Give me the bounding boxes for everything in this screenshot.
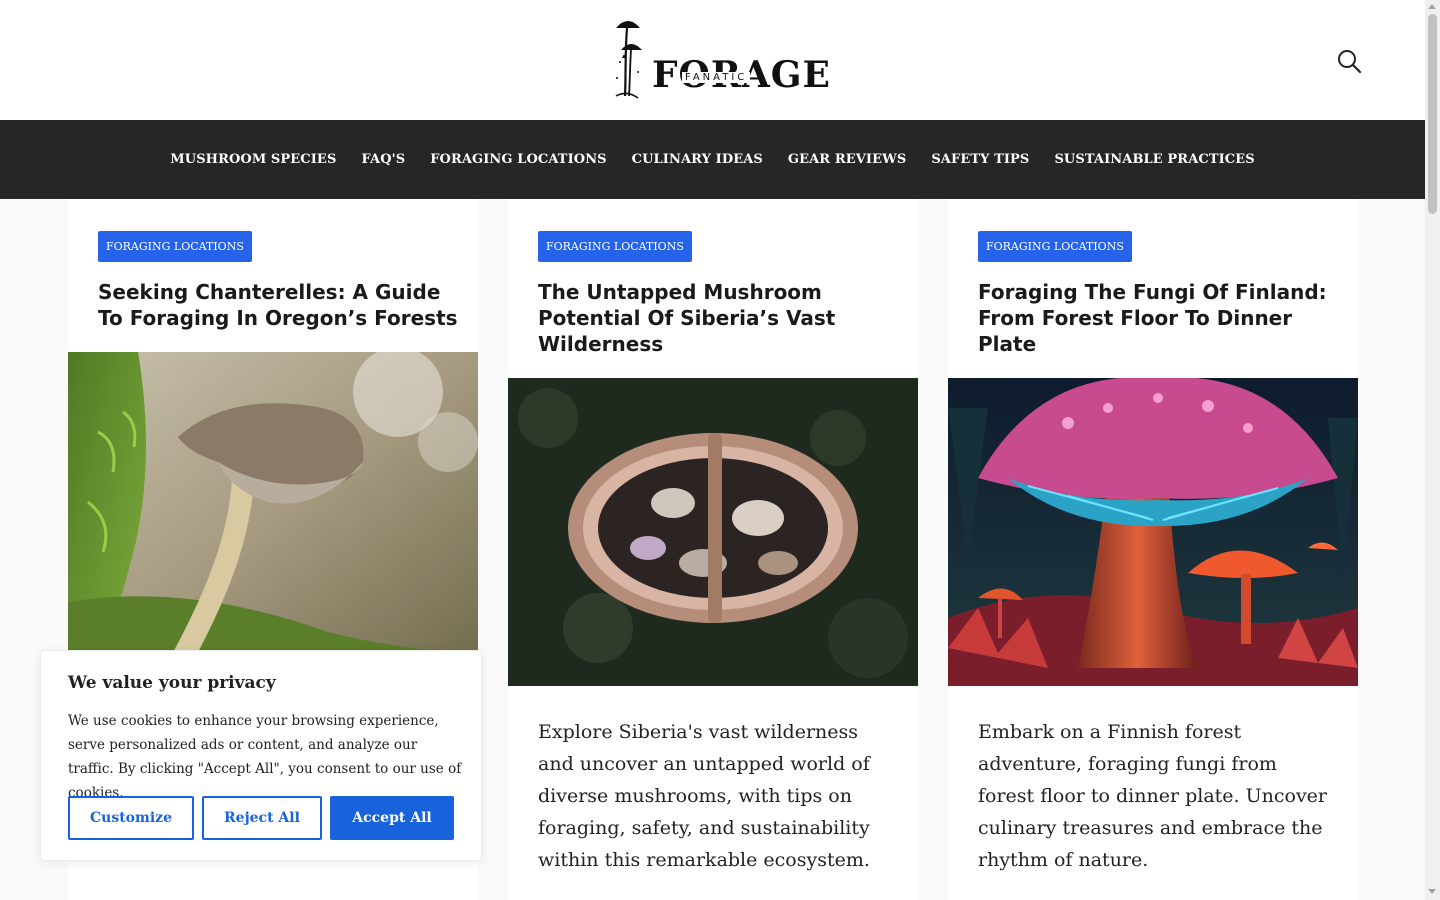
nav-item-faqs[interactable]: FAQ'S <box>361 152 405 167</box>
reject-all-button[interactable]: Reject All <box>202 796 322 840</box>
cookie-banner-title: We value your privacy <box>68 673 276 693</box>
main-nav: MUSHROOM SPECIES FAQ'S FORAGING LOCATION… <box>0 120 1425 199</box>
category-badge[interactable]: FORAGING LOCATIONS <box>538 231 692 262</box>
nav-item-culinary-ideas[interactable]: CULINARY IDEAS <box>632 152 763 167</box>
search-icon <box>1338 50 1362 74</box>
cookie-banner-text: We use cookies to enhance your browsing … <box>68 713 462 801</box>
article-image[interactable] <box>508 378 918 686</box>
article-image[interactable] <box>948 378 1358 686</box>
article-title[interactable]: Seeking Chanterelles: A Guide To Foragin… <box>98 279 458 331</box>
accept-all-button[interactable]: Accept All <box>330 796 454 840</box>
site-logo[interactable]: FORAGE FANATIC <box>612 12 830 104</box>
category-badge[interactable]: FORAGING LOCATIONS <box>978 231 1132 262</box>
nav-item-gear-reviews[interactable]: GEAR REVIEWS <box>788 152 906 167</box>
nav-item-safety-tips[interactable]: SAFETY TIPS <box>931 152 1029 167</box>
nav-item-foraging-locations[interactable]: FORAGING LOCATIONS <box>430 152 606 167</box>
article-title[interactable]: Foraging The Fungi Of Finland: From Fore… <box>978 279 1338 357</box>
search-button[interactable] <box>1336 48 1362 74</box>
article-excerpt: Explore Siberia's vast wilderness and un… <box>538 721 870 871</box>
article-title[interactable]: The Untapped Mushroom Potential Of Siber… <box>538 279 898 357</box>
site-header: FORAGE FANATIC <box>0 0 1425 120</box>
cookie-consent-banner: We value your privacy We use cookies to … <box>40 650 482 861</box>
nav-item-sustainable-practices[interactable]: SUSTAINABLE PRACTICES <box>1054 152 1254 167</box>
neon-mushroom-illustration <box>948 378 1358 686</box>
article-card: FORAGING LOCATIONS The Untapped Mushroom… <box>508 199 918 900</box>
article-card: FORAGING LOCATIONS Foraging The Fungi Of… <box>948 199 1358 900</box>
scrollbar-thumb[interactable] <box>1428 14 1437 214</box>
scroll-down-arrow-icon[interactable] <box>1428 889 1436 894</box>
customize-button[interactable]: Customize <box>68 796 194 840</box>
category-badge[interactable]: FORAGING LOCATIONS <box>98 231 252 262</box>
mushroom-on-moss-image <box>68 352 478 682</box>
scroll-up-arrow-icon[interactable] <box>1428 4 1436 9</box>
nav-item-mushroom-species[interactable]: MUSHROOM SPECIES <box>170 152 336 167</box>
article-image[interactable] <box>68 352 478 682</box>
article-excerpt: Embark on a Finnish forest adventure, fo… <box>978 721 1328 871</box>
logo-tagline: FANATIC <box>682 72 751 83</box>
page-scrollbar[interactable] <box>1425 0 1440 900</box>
basket-of-mushrooms-image <box>508 378 918 686</box>
